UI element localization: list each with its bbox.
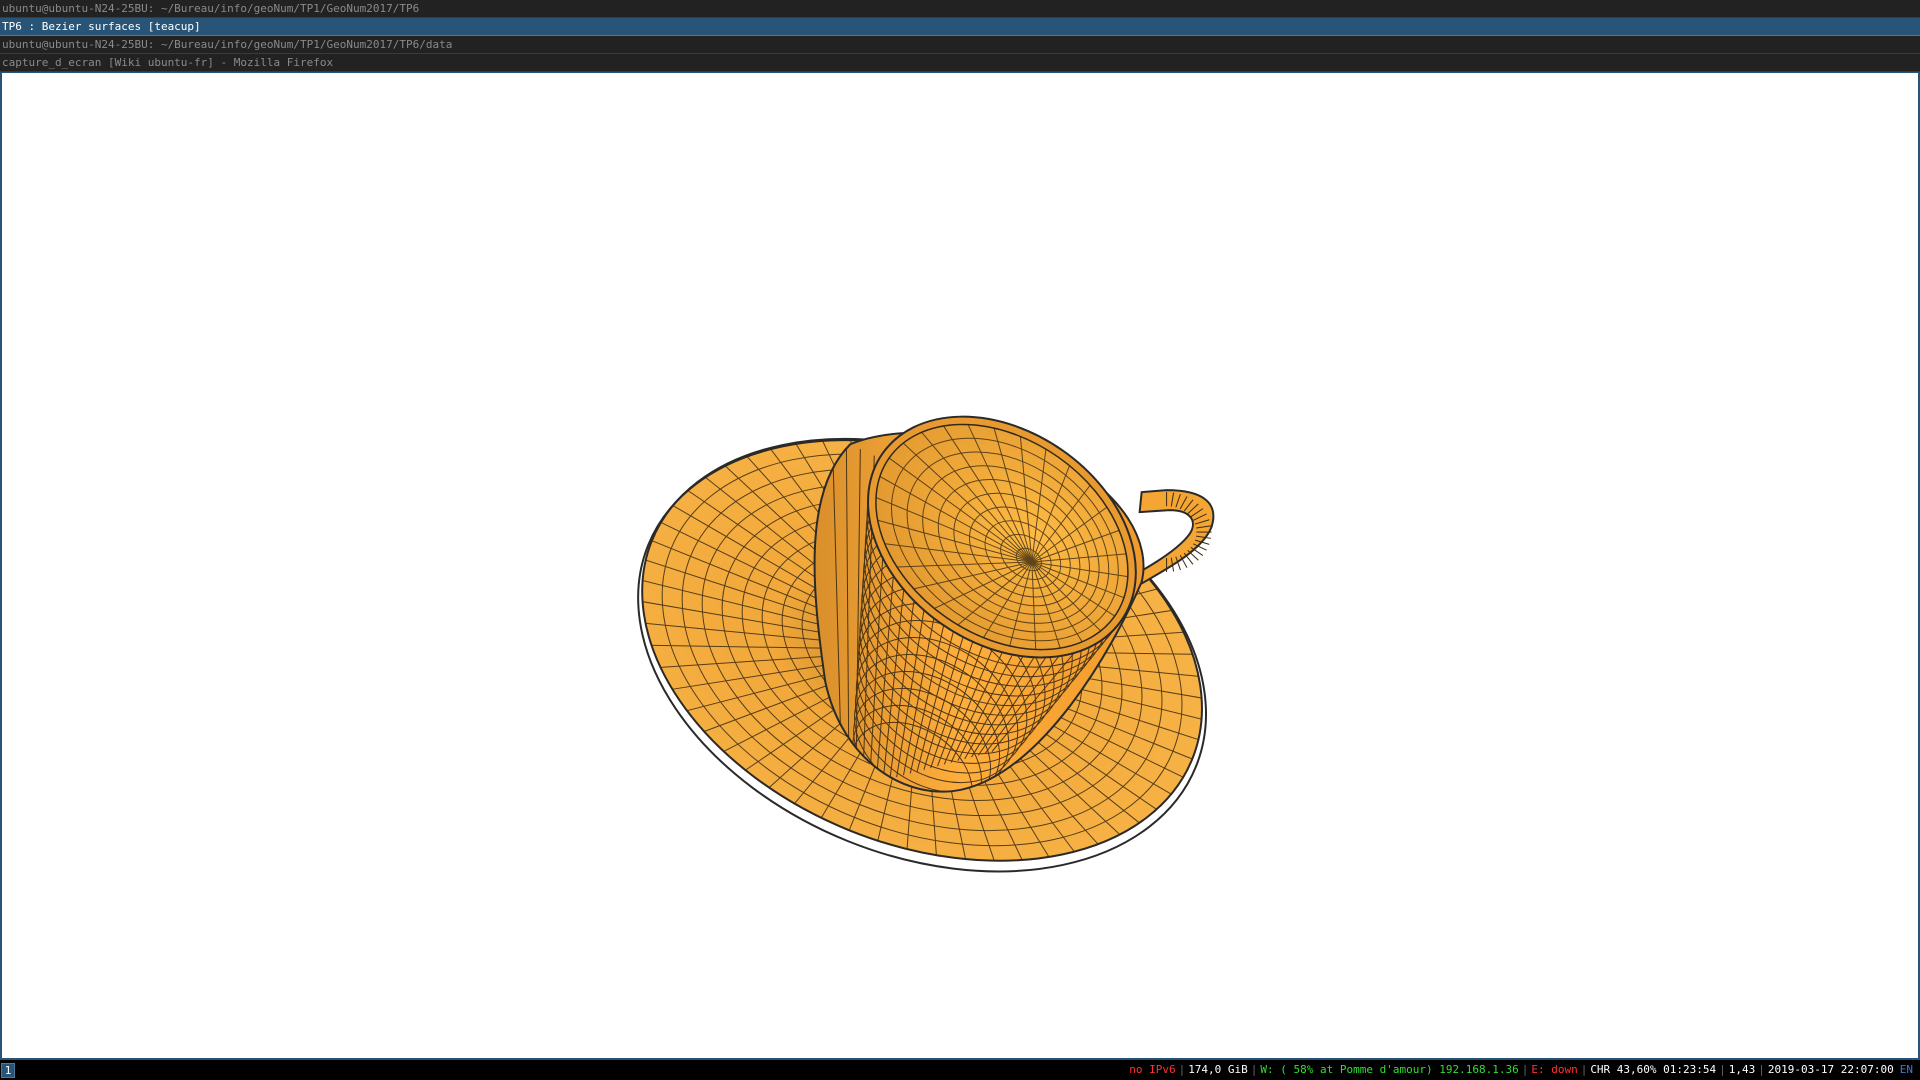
separator: | <box>1758 1063 1765 1076</box>
window-title-text: capture_d_ecran [Wiki ubuntu-fr] - Mozil… <box>2 56 334 69</box>
status-items: no IPv6 | 174,0 GiB | W: ( 58% at Pomme … <box>1126 1060 1916 1080</box>
keyboard-layout[interactable]: EN <box>1897 1060 1916 1080</box>
i3-status-bar: 1 no IPv6 | 174,0 GiB | W: ( 58% at Pomm… <box>0 1060 1920 1080</box>
separator: | <box>1250 1063 1258 1076</box>
firefox-window-title[interactable]: capture_d_ecran [Wiki ubuntu-fr] - Mozil… <box>0 54 1920 72</box>
clock: 2019-03-17 22:07:00 <box>1767 1063 1894 1076</box>
terminal-window-title-data[interactable]: ubuntu@ubuntu-N24-25BU: ~/Bureau/info/ge… <box>0 36 1920 54</box>
battery-status: CHR 43,60% 01:23:54 <box>1590 1063 1717 1076</box>
workspace-1-button[interactable]: 1 <box>1 1063 15 1078</box>
separator: | <box>1719 1063 1726 1076</box>
window-title-text: TP6 : Bezier surfaces [teacup] <box>2 20 201 33</box>
separator: | <box>1178 1063 1186 1076</box>
window-title-text: ubuntu@ubuntu-N24-25BU: ~/Bureau/info/ge… <box>2 2 420 15</box>
gl-viewport[interactable] <box>0 72 1920 1060</box>
terminal-window-title-tp6[interactable]: ubuntu@ubuntu-N24-25BU: ~/Bureau/info/ge… <box>0 0 1920 18</box>
workspace-label: 1 <box>4 1064 12 1077</box>
ipv6-status: no IPv6 <box>1129 1063 1176 1076</box>
separator: | <box>1580 1063 1588 1076</box>
window-title-text: ubuntu@ubuntu-N24-25BU: ~/Bureau/info/ge… <box>2 38 453 51</box>
disk-status: 174,0 GiB <box>1188 1063 1248 1076</box>
load-status: 1,43 <box>1728 1063 1756 1076</box>
ethernet-status: E: down <box>1531 1063 1578 1076</box>
separator: | <box>1521 1063 1529 1076</box>
viewer-window-title-teacup[interactable]: TP6 : Bezier surfaces [teacup] <box>0 18 1920 36</box>
bezier-teacup-render[interactable] <box>2 73 1918 1058</box>
wifi-status: W: ( 58% at Pomme d'amour) 192.168.1.36 <box>1260 1063 1519 1076</box>
